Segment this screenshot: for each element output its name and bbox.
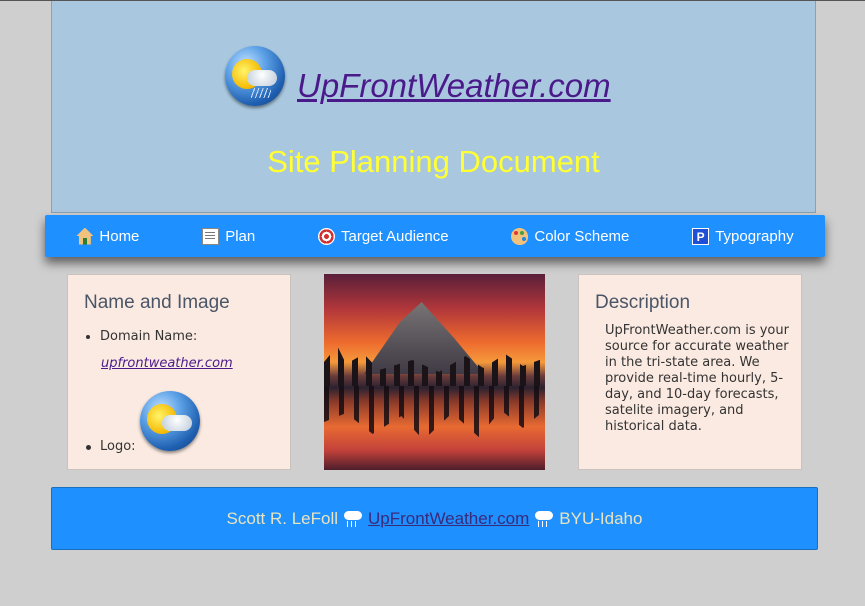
logo-label-item: Logo: xyxy=(82,439,136,454)
name-and-image-card: Name and Image Domain Name: upfrontweath… xyxy=(67,274,291,470)
rain-shape xyxy=(251,88,271,98)
nav-label: Typography xyxy=(715,227,794,245)
footer-site-link[interactable]: UpFrontWeather.com xyxy=(368,509,529,529)
nav-item-color-scheme[interactable]: Color Scheme xyxy=(511,227,630,245)
nav-item-target-audience[interactable]: Target Audience xyxy=(318,227,449,245)
lake-reflection-shape xyxy=(324,386,545,440)
nav-item-typography[interactable]: P Typography xyxy=(692,227,794,245)
footer-author: Scott R. LeFoll xyxy=(226,508,339,528)
domain-link[interactable]: upfrontweather.com xyxy=(101,356,233,371)
site-title-link[interactable]: UpFrontWeather.com xyxy=(297,69,611,102)
nav-label: Plan xyxy=(225,227,256,245)
info-list: Domain Name: xyxy=(82,325,197,344)
cloud-shape xyxy=(247,70,277,86)
logo-label: Logo: xyxy=(100,439,136,454)
notepad-icon xyxy=(202,227,220,245)
rain-cloud-icon xyxy=(344,510,363,527)
home-icon xyxy=(76,227,94,245)
sunset-lake-image xyxy=(324,274,545,470)
rain-cloud-icon xyxy=(535,510,554,527)
page-footer: Scott R. LeFoll UpFrontWeather.com BYU-I… xyxy=(51,487,818,550)
card-title: Description xyxy=(595,292,691,313)
nav-item-plan[interactable]: Plan xyxy=(202,227,256,245)
page-header: UpFrontWeather.com Site Planning Documen… xyxy=(51,1,816,213)
palette-icon xyxy=(511,227,529,245)
footer-school: BYU-Idaho xyxy=(559,508,643,528)
logo-row: UpFrontWeather.com xyxy=(225,36,611,106)
main-nav: Home Plan Target Audience Color Scheme P… xyxy=(45,215,825,257)
domain-name-label: Domain Name: xyxy=(100,329,197,344)
description-card: Description UpFrontWeather.com is your s… xyxy=(578,274,802,470)
weather-globe-icon xyxy=(140,391,200,451)
cloud-shape xyxy=(162,415,192,431)
nav-item-home[interactable]: Home xyxy=(76,227,140,245)
nav-label: Home xyxy=(99,227,140,245)
description-text: UpFrontWeather.com is your source for ac… xyxy=(605,323,789,434)
weather-globe-icon xyxy=(225,46,285,106)
nav-label: Target Audience xyxy=(341,227,449,245)
card-title: Name and Image xyxy=(84,292,230,313)
target-icon xyxy=(318,227,335,245)
nav-label: Color Scheme xyxy=(534,227,630,245)
page-subtitle: Site Planning Document xyxy=(267,144,600,179)
p-square-icon: P xyxy=(692,227,710,245)
